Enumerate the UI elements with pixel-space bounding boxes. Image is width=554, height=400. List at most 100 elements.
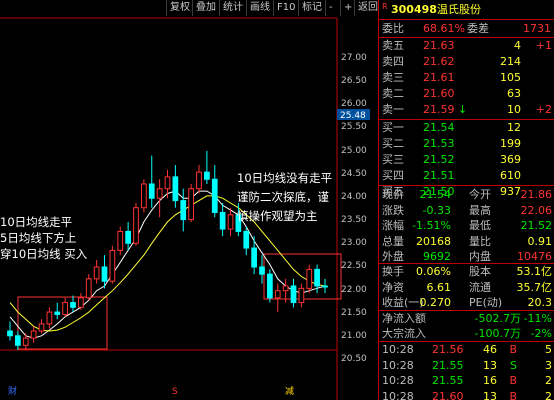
candle: [93, 259, 100, 284]
candle-body: [54, 311, 61, 315]
annotation-line: 10日均线没有走平: [237, 171, 332, 185]
candle-body: [117, 230, 124, 251]
ask-volume: 4: [514, 39, 521, 52]
candle-body: [227, 214, 234, 230]
annotation-line: 谨防二次探底，谨: [237, 190, 329, 204]
ask-volume: 63: [507, 87, 521, 100]
candle-body: [196, 171, 202, 190]
event-marker-finance[interactable]: 财: [8, 385, 17, 397]
tick-count: 5: [545, 343, 552, 356]
candle-body: [85, 278, 92, 299]
ask-level: 卖一 21.59 ↓ 10 +2: [379, 102, 554, 118]
bid-level: 买三 21.52 369: [379, 152, 554, 168]
candle: [243, 226, 250, 256]
caution-annotation: 10日均线没有走平谨防二次探底，谨慎操作观望为主: [237, 171, 332, 223]
candle-body: [322, 285, 328, 288]
order-ratio-value: 68.61%: [423, 22, 465, 35]
stat-value: 0.91: [527, 234, 553, 248]
stat-row: 涨幅 -1.51% 最低 21.52: [379, 218, 554, 234]
ask-change: +1: [535, 39, 552, 52]
stat-value: 0.06%: [416, 265, 451, 278]
candle: [78, 293, 84, 310]
stat-label: 收益(一): [382, 296, 424, 309]
candle: [164, 169, 171, 199]
candle: [125, 221, 131, 251]
order-diff-value: 1731: [523, 22, 551, 35]
candle: [267, 269, 273, 303]
candle: [172, 165, 179, 208]
bid-price: 21.53: [423, 137, 455, 150]
tick-row: 10:28 21.56 46 B 5: [379, 342, 554, 358]
candle: [38, 319, 45, 334]
flow-percent: -11%: [523, 312, 552, 325]
ask-volume: 10: [507, 103, 521, 116]
stat-value: 21.54: [419, 188, 452, 201]
price-tick: 27.00: [341, 53, 367, 63]
price-tick: 25.50: [341, 122, 367, 132]
tick-side: S: [510, 358, 517, 372]
tick-volume: 46: [483, 343, 497, 356]
stat-label: 量比: [469, 234, 491, 248]
stock-code: 300498: [391, 3, 437, 16]
stat-label: 总量: [382, 234, 404, 248]
candle: [188, 184, 194, 222]
candle: [109, 245, 116, 284]
candle-body: [274, 290, 281, 299]
candle-body: [204, 171, 210, 180]
price-tick: 20.50: [341, 354, 367, 364]
price-tick: 22.00: [341, 285, 367, 295]
market-prefix: R: [382, 2, 388, 11]
bid-label: 买一: [382, 121, 404, 134]
stat-row: 换手 0.06% 股本 53.1亿: [379, 264, 554, 280]
candle-body: [156, 188, 163, 199]
candlestick-chart[interactable]: 27.00 26.50 26.00 25.50 25.00 24.50 24.0…: [0, 0, 378, 400]
bid-volume: 369: [500, 153, 521, 166]
tick-row: 10:28 21.55 13 S 3: [379, 358, 554, 374]
annotation-line: 10日均线走平: [0, 215, 72, 229]
price-tick: 21.00: [341, 331, 367, 341]
tick-price: 21.55: [432, 374, 464, 387]
bid-volume: 12: [507, 121, 521, 134]
event-marker-s[interactable]: S: [172, 387, 178, 397]
candle-body: [141, 183, 147, 209]
tick-row: 10:28 21.55 16 B 2: [379, 373, 554, 389]
stat-value: 0.270: [419, 296, 452, 309]
flow-value: -502.7万: [474, 312, 521, 325]
tick-price: 21.60: [432, 389, 464, 400]
candle-body: [7, 330, 13, 337]
event-marker-reduce[interactable]: 减: [285, 385, 294, 397]
candle: [54, 302, 61, 320]
price-tick: 24.50: [341, 169, 367, 179]
candle: [148, 155, 155, 208]
stat-label: 股本: [469, 265, 491, 278]
stat-value: 22.06: [520, 203, 553, 217]
candle: [211, 165, 218, 218]
candle-body: [125, 230, 131, 244]
candle-body: [15, 335, 21, 346]
tick-volume: 13: [483, 389, 497, 400]
stock-header: R 300498 温氏股份: [379, 1, 554, 18]
candle: [180, 188, 187, 232]
divider: [379, 19, 554, 20]
ask-volume: 214: [500, 55, 521, 68]
candle-body: [290, 285, 297, 304]
stat-value: -1.51%: [412, 219, 451, 232]
bid-level: 买四 21.51 610: [379, 168, 554, 184]
ask-price: 21.63: [423, 39, 455, 52]
tick-volume: 13: [483, 358, 497, 372]
stat-value: 35.7亿: [516, 280, 553, 294]
tick-side: B: [509, 389, 517, 400]
ask-volume: 105: [500, 71, 521, 84]
candle-body: [46, 311, 53, 325]
ask-label: 卖四: [382, 55, 404, 68]
bid-price: 21.51: [423, 169, 455, 182]
candle-body: [298, 287, 305, 304]
candle-body: [314, 268, 320, 287]
price-tick: 25.00: [341, 146, 367, 156]
order-ratio-label: 委比: [382, 22, 404, 35]
candle: [251, 236, 257, 275]
tick-side: B: [509, 374, 517, 387]
tick-volume: 16: [483, 374, 497, 387]
bid-level: 买二 21.53 199: [379, 136, 554, 152]
candle: [133, 202, 139, 246]
